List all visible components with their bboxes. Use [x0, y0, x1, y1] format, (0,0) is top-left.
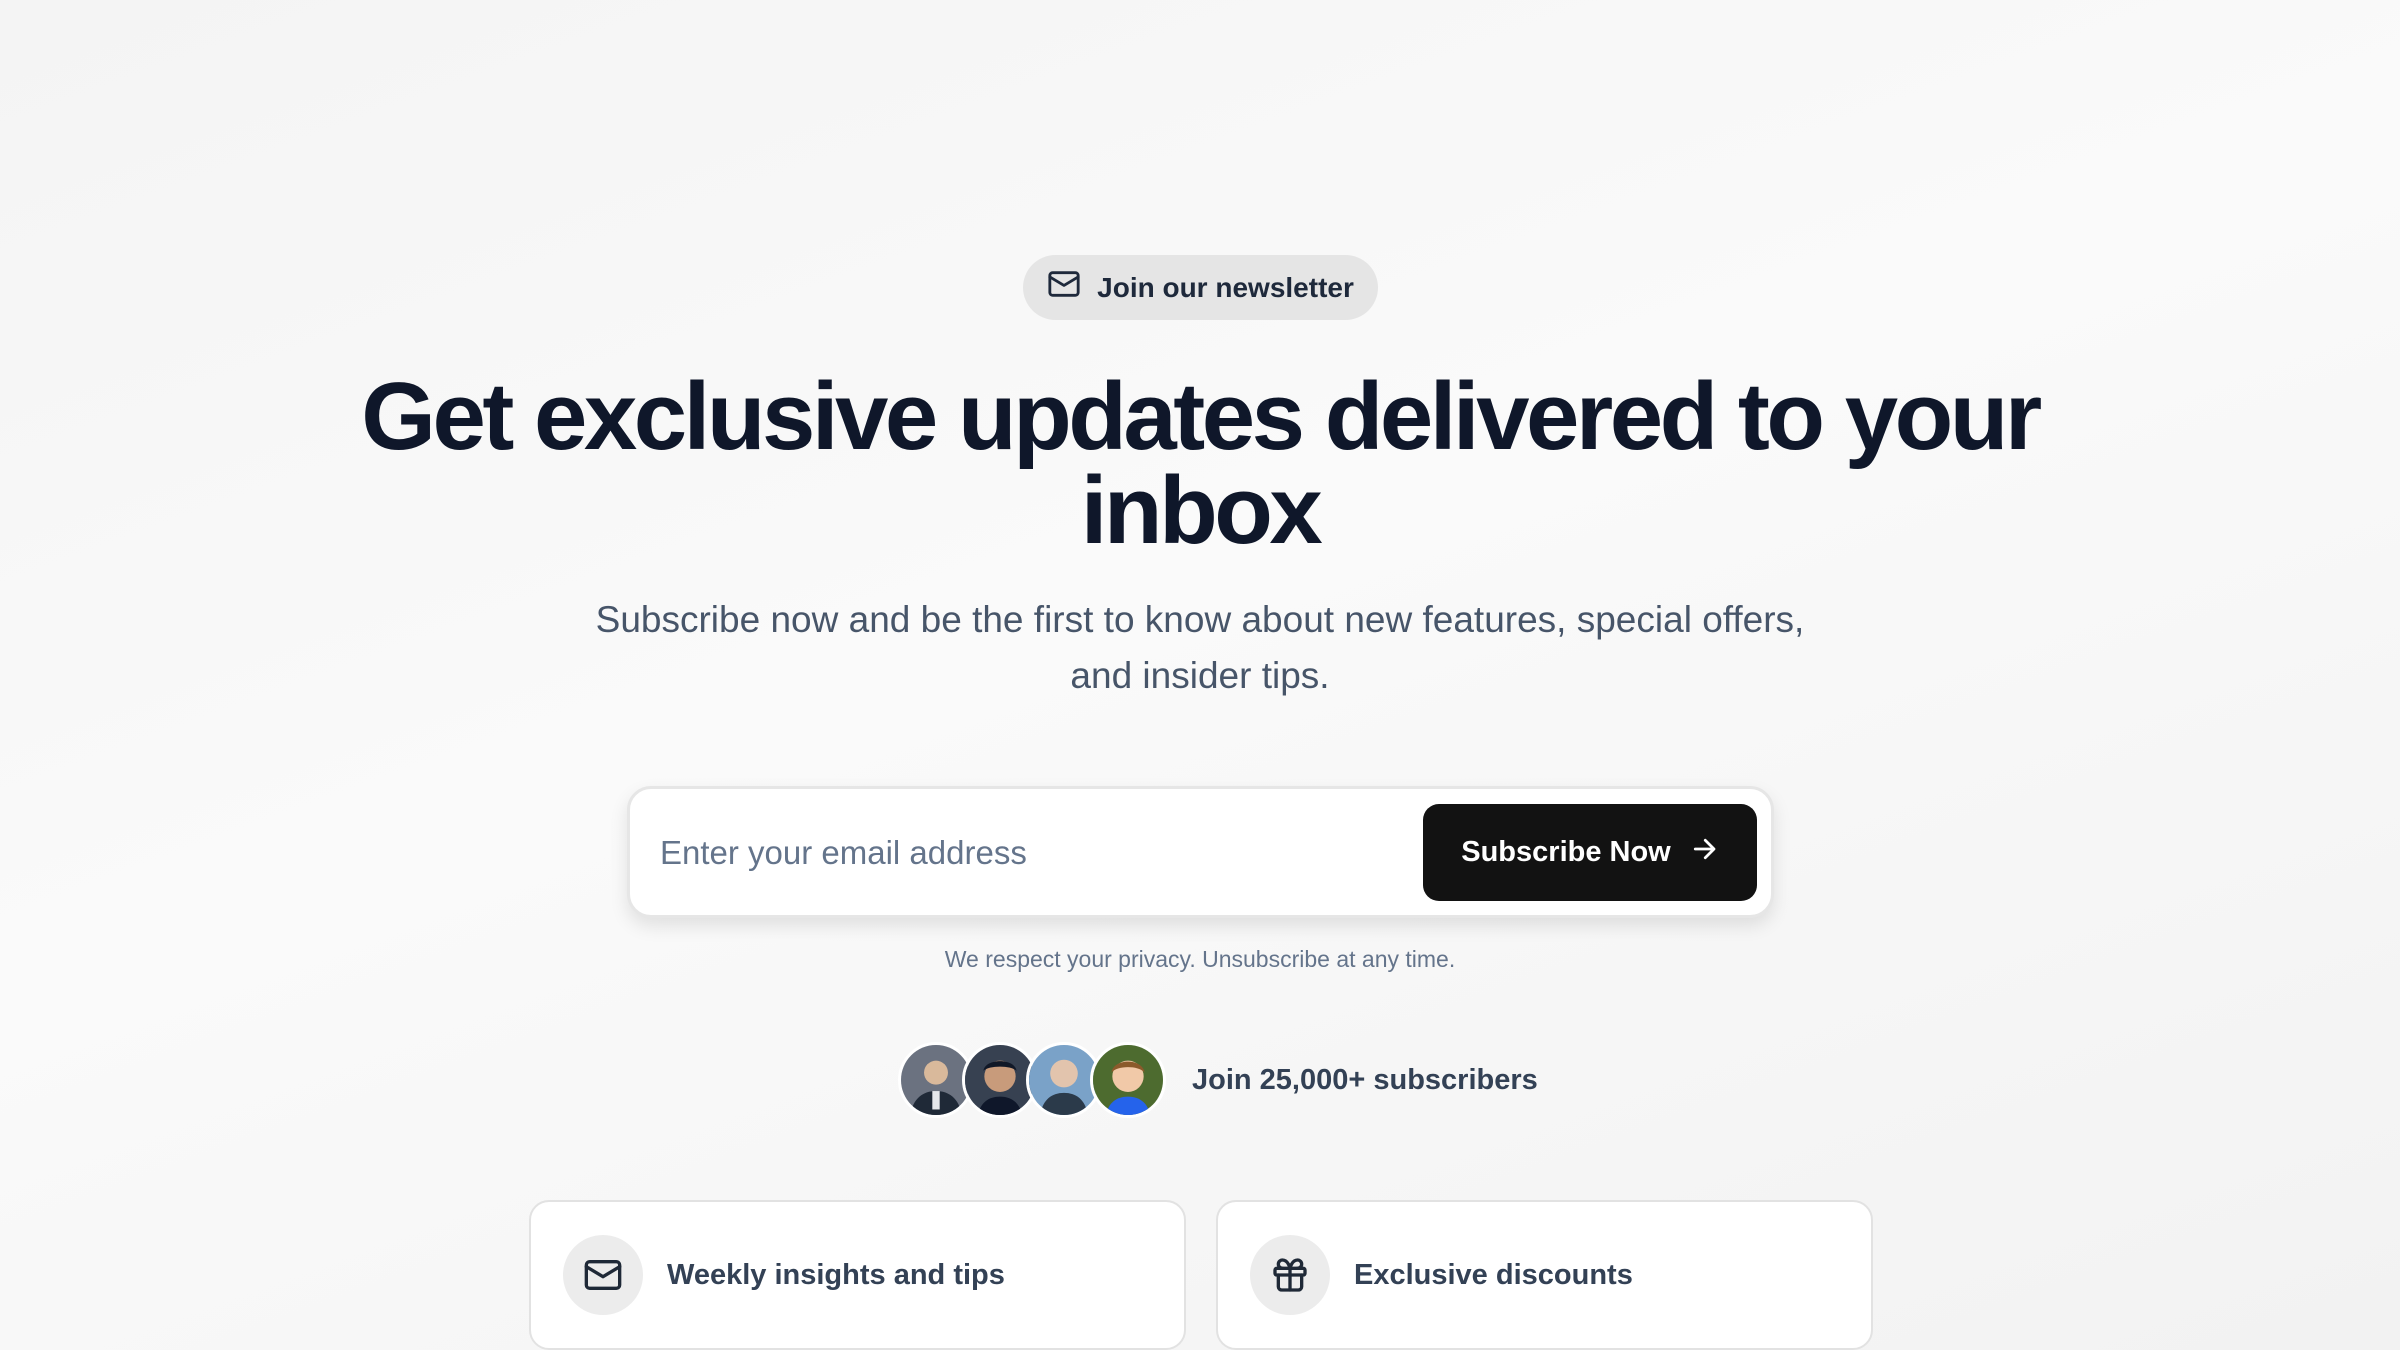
newsletter-section: Join our newsletter Get exclusive update…	[0, 0, 2400, 1350]
newsletter-badge: Join our newsletter	[1023, 255, 1378, 320]
subscribe-button[interactable]: Subscribe Now	[1423, 804, 1757, 901]
subscriber-avatar-4	[1090, 1042, 1166, 1118]
feature-card-exclusive-discounts: Exclusive discounts	[1216, 1200, 1873, 1350]
arrow-right-icon	[1689, 834, 1719, 872]
page-subheadline: Subscribe now and be the first to know a…	[595, 599, 1805, 696]
badge-label: Join our newsletter	[1097, 271, 1354, 303]
feature-card-weekly-insights: Weekly insights and tips	[529, 1200, 1186, 1350]
privacy-note: We respect your privacy. Unsubscribe at …	[944, 946, 1456, 972]
subscribe-form: Subscribe Now	[627, 786, 1774, 918]
subscribe-button-label: Subscribe Now	[1461, 836, 1671, 868]
page-headline: Get exclusive updates delivered to your …	[361, 363, 2042, 564]
gift-icon	[1250, 1235, 1330, 1315]
feature-label: Exclusive discounts	[1354, 1258, 1633, 1291]
email-input[interactable]	[660, 815, 1420, 891]
social-proof: Join 25,000+ subscribers	[898, 1042, 1538, 1118]
mail-icon	[563, 1235, 643, 1315]
mail-icon	[1047, 267, 1081, 308]
subscriber-count: Join 25,000+ subscribers	[1192, 1063, 1538, 1096]
feature-label: Weekly insights and tips	[667, 1258, 1005, 1291]
avatar-group	[898, 1042, 1166, 1118]
